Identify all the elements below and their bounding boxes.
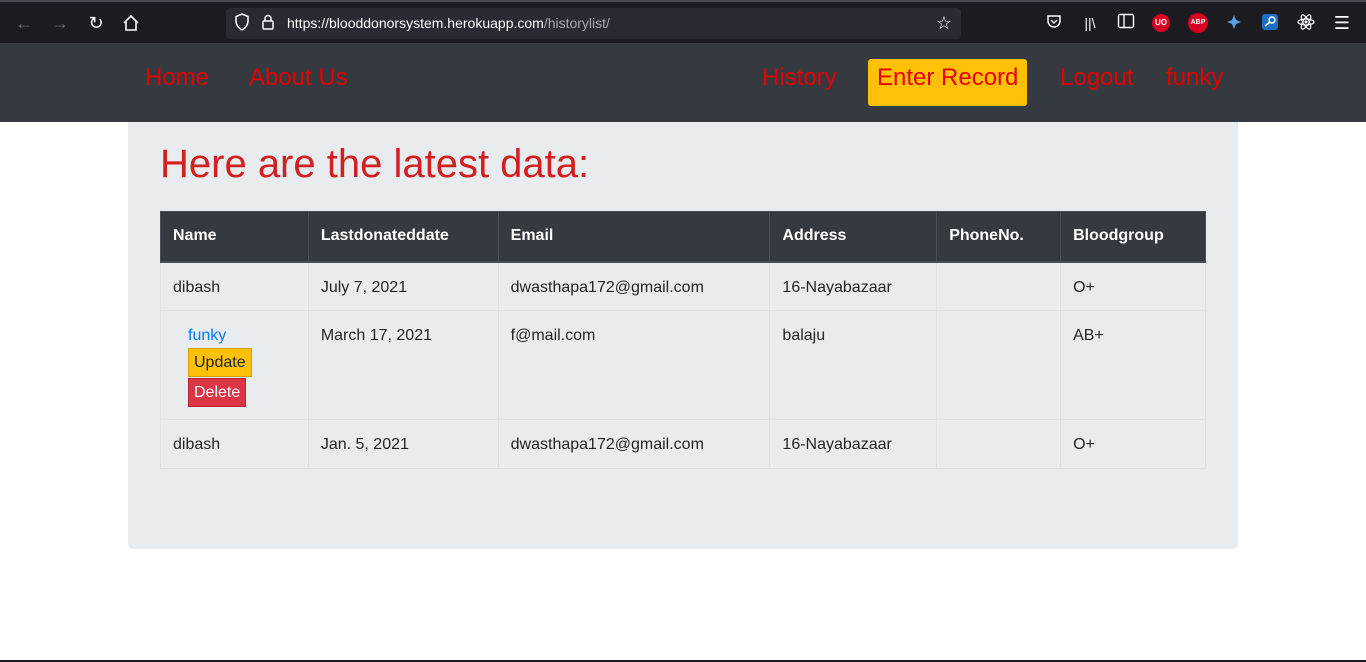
cell-address: 16-Nayabazaar (769, 261, 938, 311)
nav-history-link[interactable]: History (762, 64, 837, 92)
nav-logout-link[interactable]: Logout (1060, 64, 1133, 92)
page-title: Here are the latest data: (160, 142, 590, 186)
lock-icon[interactable] (261, 13, 277, 33)
pocket-icon[interactable] (1044, 13, 1064, 33)
cell-email: f@mail.com (497, 310, 771, 420)
cell-name: dibash (160, 419, 309, 469)
main-jumbotron: Here are the latest data: Name Lastdonat… (128, 122, 1238, 549)
nav-home-link[interactable]: Home (145, 64, 209, 92)
column-header-name: Name (160, 211, 309, 263)
column-header-phone: PhoneNo. (936, 211, 1062, 263)
update-button[interactable]: Update (188, 348, 252, 377)
column-header-address: Address (769, 211, 938, 263)
cell-date: March 17, 2021 (307, 310, 499, 420)
enter-record-label: Enter Record (877, 64, 1019, 91)
ublock-icon[interactable]: UO (1152, 14, 1170, 32)
browser-toolbar: ← → ↻ https://blooddonorsystem.herokuapp… (0, 0, 1366, 43)
react-devtools-icon[interactable] (1296, 13, 1316, 33)
nav-about-link[interactable]: About Us (249, 64, 348, 92)
cell-email: dwasthapa172@gmail.com (497, 419, 771, 469)
column-header-lastdonateddate: Lastdonateddate (307, 211, 499, 263)
sidebar-icon[interactable] (1116, 13, 1136, 33)
cell-date: July 7, 2021 (307, 261, 499, 311)
cell-bloodgroup: O+ (1060, 261, 1206, 311)
cell-address: 16-Nayabazaar (769, 419, 938, 469)
cell-email: dwasthapa172@gmail.com (497, 261, 771, 311)
url-path: /historylist/ (543, 15, 610, 31)
cell-name: dibash (160, 261, 309, 311)
menu-icon[interactable]: ☰ (1332, 13, 1352, 33)
adblock-plus-icon[interactable]: ABP (1188, 13, 1208, 33)
cell-name: funky Update Delete (160, 310, 309, 420)
column-header-bloodgroup: Bloodgroup (1060, 211, 1206, 263)
cell-phone (936, 310, 1062, 420)
url-text[interactable]: https://blooddonorsystem.herokuapp.com/h… (287, 15, 610, 31)
nav-user-link[interactable]: funky (1166, 64, 1223, 92)
cell-phone (936, 419, 1062, 469)
enter-record-button[interactable]: Enter Record (868, 59, 1027, 106)
forward-icon[interactable]: → (48, 11, 72, 35)
url-host: https://blooddonorsystem.herokuapp.com (287, 15, 544, 31)
steam-icon[interactable] (1260, 13, 1280, 33)
donor-name-link[interactable]: funky (188, 327, 226, 345)
site-navbar: Home About Us History Enter Record Logou… (0, 43, 1366, 122)
column-header-email: Email (497, 211, 771, 263)
cell-date: Jan. 5, 2021 (307, 419, 499, 469)
cell-phone (936, 261, 1062, 311)
shield-icon[interactable] (234, 13, 252, 33)
donor-history-table: Name Lastdonateddate Email Address Phone… (160, 211, 1206, 469)
table-header-row: Name Lastdonateddate Email Address Phone… (160, 211, 1206, 263)
back-icon[interactable]: ← (12, 11, 36, 35)
cell-bloodgroup: O+ (1060, 419, 1206, 469)
library-icon[interactable]: ||\ (1080, 13, 1100, 33)
delete-button[interactable]: Delete (188, 378, 246, 407)
cell-bloodgroup: AB+ (1060, 310, 1206, 420)
home-icon[interactable] (119, 11, 143, 35)
table-row: funky Update Delete March 17, 2021 f@mai… (160, 310, 1206, 420)
extension-icon[interactable] (1224, 13, 1244, 33)
table-row: dibash July 7, 2021 dwasthapa172@gmail.c… (160, 261, 1206, 311)
table-row: dibash Jan. 5, 2021 dwasthapa172@gmail.c… (160, 419, 1206, 469)
bookmark-star-icon[interactable]: ☆ (933, 12, 955, 34)
url-bar[interactable]: https://blooddonorsystem.herokuapp.com/h… (226, 8, 961, 39)
cell-address: balaju (769, 310, 938, 420)
reload-icon[interactable]: ↻ (84, 11, 108, 35)
